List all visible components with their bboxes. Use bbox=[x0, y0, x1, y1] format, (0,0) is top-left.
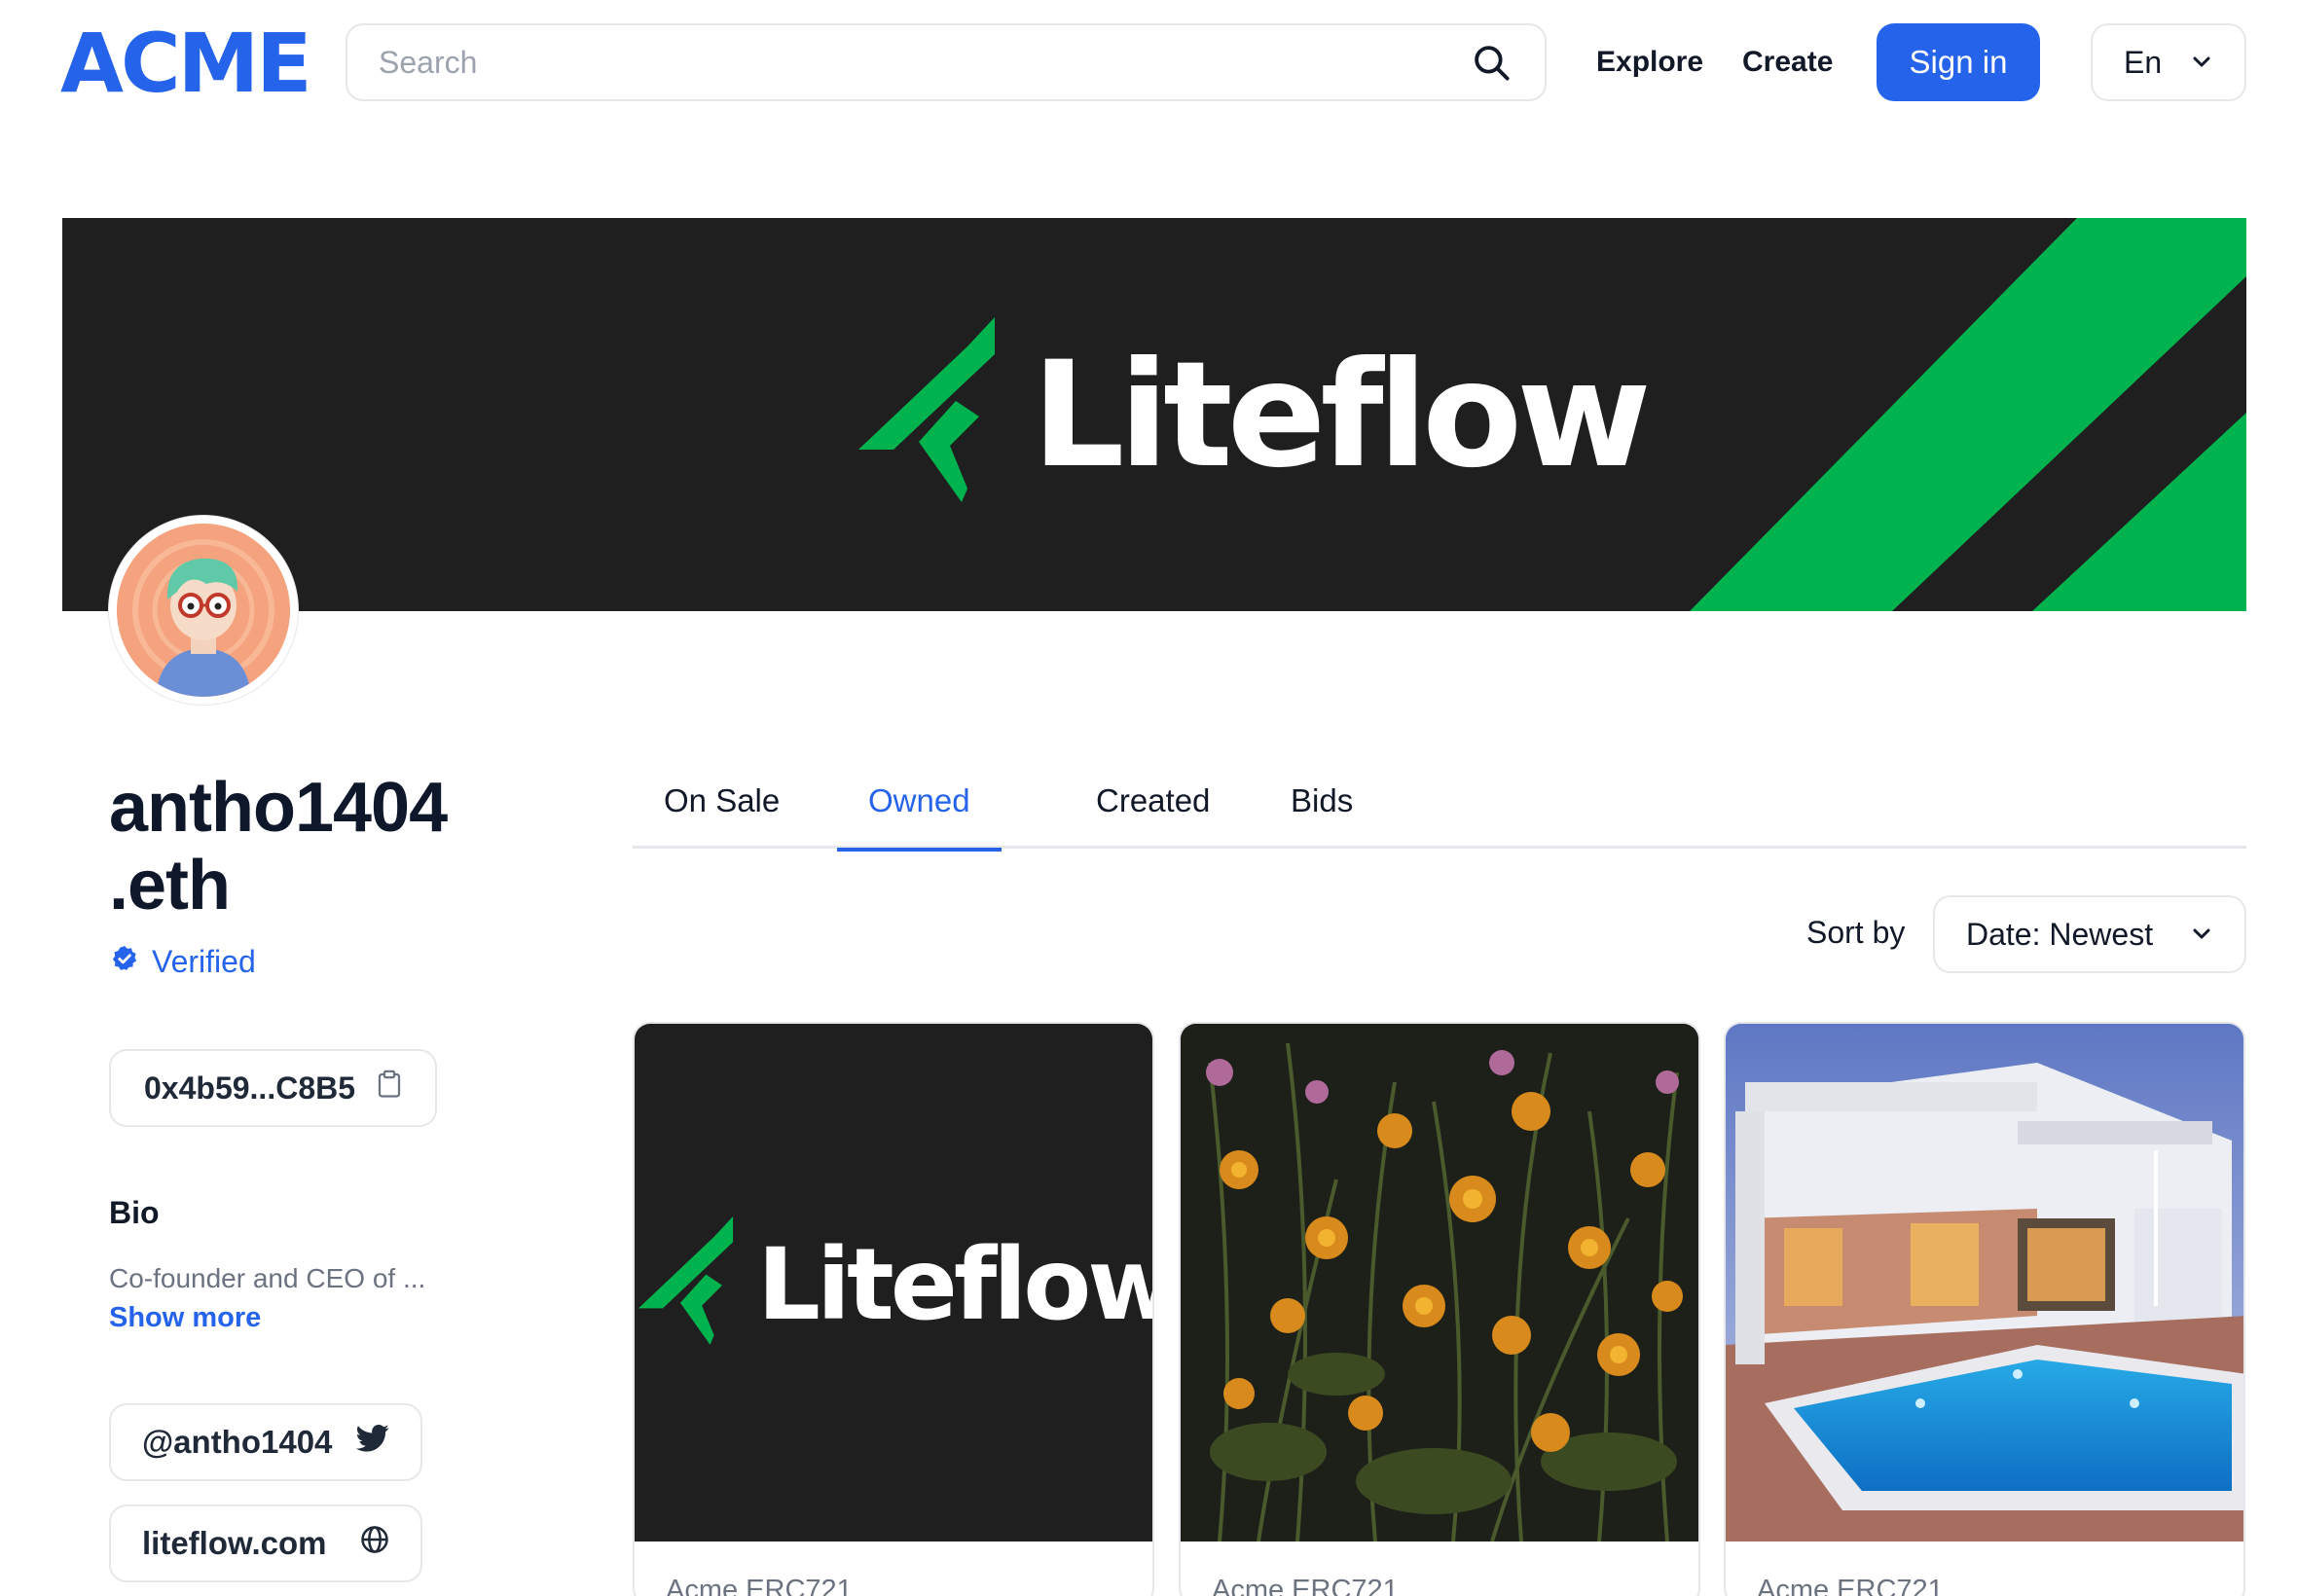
banner-brand: Liteflow bbox=[858, 315, 1652, 515]
verified-label: Verified bbox=[152, 944, 256, 979]
chevron-down-icon bbox=[2190, 45, 2213, 81]
website-link[interactable]: liteflow.com bbox=[109, 1505, 422, 1582]
nft-card[interactable]: Liteflow Acme ERC721 bbox=[633, 1022, 1154, 1596]
sort-select[interactable]: Date: Newest bbox=[1933, 895, 2246, 973]
banner-brand-text: Liteflow bbox=[1032, 330, 1652, 500]
language-select[interactable]: En bbox=[2091, 23, 2246, 101]
search-input[interactable]: Search bbox=[379, 45, 1469, 81]
twitter-handle: @antho1404 bbox=[142, 1424, 333, 1460]
wallet-address-button[interactable]: 0x4b59...C8B5 bbox=[109, 1049, 438, 1127]
card-brand-text: Liteflow bbox=[757, 1226, 1152, 1343]
website-url: liteflow.com bbox=[142, 1525, 327, 1561]
profile-banner: Liteflow bbox=[62, 218, 2246, 611]
nft-card[interactable]: Acme ERC721 bbox=[1179, 1022, 1700, 1596]
sort-by-label: Sort by bbox=[1806, 915, 1906, 950]
liteflow-logo-icon bbox=[858, 315, 1004, 515]
nft-image[interactable] bbox=[1726, 1024, 2243, 1542]
sort-value: Date: Newest bbox=[1966, 916, 2154, 952]
search-icon[interactable] bbox=[1469, 40, 1513, 85]
card-brand: Liteflow bbox=[638, 1215, 1152, 1356]
nft-card[interactable]: Acme ERC721 bbox=[1724, 1022, 2245, 1596]
nft-image[interactable]: Liteflow bbox=[635, 1024, 1152, 1542]
verified-badge: Verified bbox=[111, 944, 256, 980]
avatar[interactable] bbox=[109, 516, 298, 705]
nft-image[interactable] bbox=[1181, 1024, 1698, 1542]
chevron-down-icon bbox=[2190, 917, 2213, 953]
search-bar[interactable]: Search bbox=[346, 23, 1547, 101]
twitter-icon bbox=[355, 1424, 389, 1461]
liteflow-logo-icon bbox=[638, 1215, 740, 1356]
profile-username: antho1404 .eth bbox=[109, 769, 448, 925]
profile-tabs: On Sale Owned Created Bids bbox=[633, 769, 2246, 852]
bio-heading: Bio bbox=[109, 1195, 160, 1230]
nav-create-link[interactable]: Create bbox=[1742, 23, 1833, 101]
nav-explore-link[interactable]: Explore bbox=[1596, 23, 1703, 101]
tab-created[interactable]: Created bbox=[1065, 782, 1241, 849]
tab-on-sale[interactable]: On Sale bbox=[633, 782, 811, 849]
sign-in-button[interactable]: Sign in bbox=[1877, 23, 2040, 101]
card-collection-name: Acme ERC721 bbox=[1212, 1575, 1399, 1596]
copy-icon[interactable] bbox=[377, 1070, 402, 1106]
bio-text: Co-founder and CEO of ... bbox=[109, 1263, 426, 1293]
check-badge-icon bbox=[111, 944, 138, 980]
acme-logo[interactable]: ACME bbox=[60, 19, 312, 107]
language-value: En bbox=[2124, 44, 2163, 80]
tab-bids[interactable]: Bids bbox=[1259, 782, 1384, 849]
twitter-link[interactable]: @antho1404 bbox=[109, 1403, 422, 1481]
card-collection-name: Acme ERC721 bbox=[666, 1575, 853, 1596]
globe-icon bbox=[360, 1525, 389, 1562]
show-more-link[interactable]: Show more bbox=[109, 1302, 261, 1334]
tab-owned[interactable]: Owned bbox=[837, 782, 1002, 852]
card-collection-name: Acme ERC721 bbox=[1757, 1575, 1944, 1596]
wallet-address: 0x4b59...C8B5 bbox=[144, 1070, 356, 1106]
